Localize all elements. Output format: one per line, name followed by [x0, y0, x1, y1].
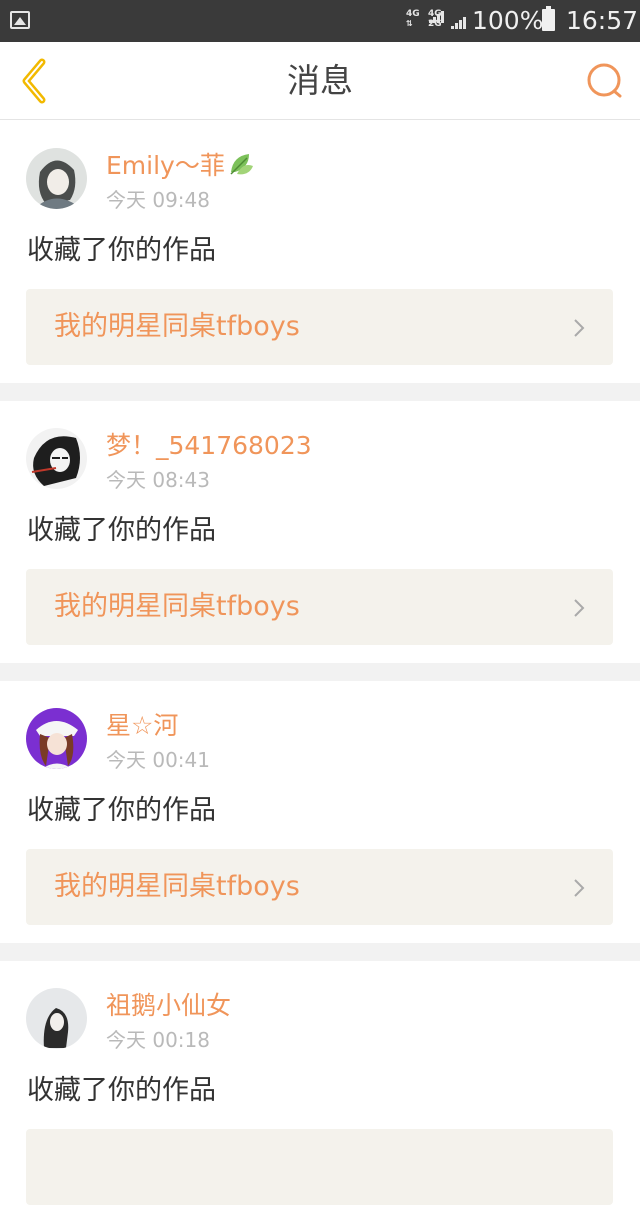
battery-percent: 100%: [472, 6, 544, 35]
battery-icon: [542, 6, 555, 31]
chevron-right-icon: [574, 879, 585, 897]
network-type-1: 4G ⇅: [406, 9, 420, 28]
status-bar: 4G ⇅ 4G 2G 100% 16:57: [0, 0, 640, 42]
message-item: 梦！_541768023 今天 08:43 收藏了你的作品 我的明星同桌tfbo…: [0, 401, 640, 663]
message-action: 收藏了你的作品: [27, 235, 216, 266]
message-time: 今天 00:41: [106, 748, 210, 772]
header: 消息: [0, 42, 640, 120]
page-title: 消息: [287, 61, 353, 100]
work-title: 我的明星同桌tfboys: [54, 591, 300, 622]
avatar[interactable]: [26, 988, 87, 1049]
divider: [0, 663, 640, 681]
work-link[interactable]: 我的明星同桌tfboys: [26, 569, 613, 645]
username[interactable]: 祖鹅小仙女: [106, 989, 231, 1023]
chevron-right-icon: [574, 319, 585, 337]
message-item: 星☆河 今天 00:41 收藏了你的作品 我的明星同桌tfboys: [0, 681, 640, 943]
gallery-icon: [10, 11, 30, 29]
work-title: 我的明星同桌tfboys: [54, 311, 300, 342]
avatar[interactable]: [26, 708, 87, 769]
message-time: 今天 00:18: [106, 1028, 210, 1052]
network-type-2: 4G 2G: [428, 9, 442, 29]
message-time: 今天 09:48: [106, 188, 210, 212]
work-link[interactable]: 我的明星同桌tfboys: [26, 849, 613, 925]
work-link[interactable]: [26, 1129, 613, 1205]
message-time: 今天 08:43: [106, 468, 210, 492]
message-action: 收藏了你的作品: [27, 795, 216, 826]
leaf-icon: [230, 154, 253, 175]
search-button[interactable]: [584, 60, 626, 102]
message-item: 祖鹅小仙女 今天 00:18 收藏了你的作品: [0, 961, 640, 1223]
signal-icon-2: [451, 17, 467, 29]
username[interactable]: 星☆河: [106, 709, 178, 743]
divider: [0, 383, 640, 401]
avatar[interactable]: [26, 148, 87, 209]
username[interactable]: 梦！_541768023: [106, 429, 312, 463]
work-link[interactable]: 我的明星同桌tfboys: [26, 289, 613, 365]
status-time: 16:57: [566, 6, 639, 35]
message-item: Emily～菲 今天 09:48 收藏了你的作品 我的明星同桌tfboys: [0, 121, 640, 383]
message-action: 收藏了你的作品: [27, 1075, 216, 1106]
username[interactable]: Emily～菲: [106, 149, 255, 183]
message-action: 收藏了你的作品: [27, 515, 216, 546]
message-list: Emily～菲 今天 09:48 收藏了你的作品 我的明星同桌tfboys 梦！…: [0, 121, 640, 1223]
chevron-right-icon: [574, 599, 585, 617]
work-title: 我的明星同桌tfboys: [54, 871, 300, 902]
avatar[interactable]: [26, 428, 87, 489]
search-icon: [587, 63, 622, 98]
divider: [0, 943, 640, 961]
